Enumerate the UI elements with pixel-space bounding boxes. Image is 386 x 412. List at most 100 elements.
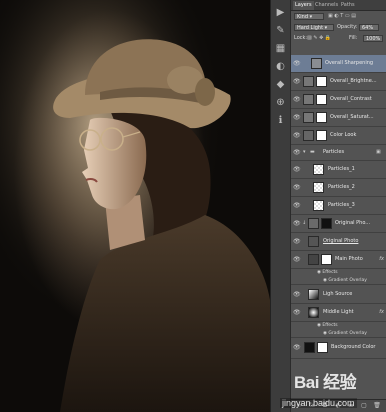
trash-icon[interactable]: 🗑 <box>373 402 381 410</box>
brush-preset-icon[interactable]: ✎ <box>274 24 287 37</box>
fill-label: Fill: <box>349 35 358 41</box>
history-icon[interactable]: ▶ <box>274 6 287 19</box>
layer-row[interactable]: 👁 Particles_3 <box>291 197 386 215</box>
layer-name: Color Look <box>330 132 357 138</box>
layer-thumbnail <box>308 307 319 318</box>
mask-icon <box>316 112 327 123</box>
layer-name: Particles_2 <box>328 184 355 190</box>
layer-row[interactable]: 👁 Particles_2 <box>291 179 386 197</box>
layer-name: Middle Light <box>323 309 354 315</box>
layer-thumbnail <box>311 58 322 69</box>
effect-item-text: Gradient Overlay <box>328 331 367 336</box>
layer-thumbnail <box>308 289 319 300</box>
adjustment-icon <box>303 76 314 87</box>
watermark-logo: Bai 经验 <box>294 373 357 392</box>
lock-label: Lock: <box>294 35 308 41</box>
color-lookup-icon <box>303 130 314 141</box>
eye-icon[interactable]: 👁 <box>293 344 301 351</box>
opacity-input[interactable]: 64% <box>359 24 379 31</box>
chevron-down-icon[interactable]: ▾ <box>303 149 306 156</box>
fx-icon[interactable]: fx <box>379 309 384 315</box>
mask-icon <box>316 76 327 87</box>
fill-swatch-icon <box>304 342 315 353</box>
tab-paths[interactable]: Paths <box>339 1 357 10</box>
layer-row[interactable]: 👁 Background Color <box>291 339 386 359</box>
eye-icon[interactable]: 👁 <box>293 184 301 191</box>
layer-name: Particles_3 <box>328 202 355 208</box>
layer-name: Overall_Saturat... <box>330 114 374 120</box>
layer-name: Background Color <box>331 344 376 350</box>
effects-text: Effects <box>322 323 338 328</box>
mask-icon <box>316 130 327 141</box>
layer-row[interactable]: 👁 Main Photo fx <box>291 251 386 269</box>
eye-icon[interactable]: 👁 <box>293 220 301 227</box>
layer-row[interactable]: 👁 Color Look <box>291 127 386 145</box>
layer-name: Original Photo <box>323 238 359 244</box>
mask-icon <box>316 94 327 105</box>
effects-label: ◉ Effects <box>317 270 338 275</box>
eye-icon[interactable]: 👁 <box>293 291 301 298</box>
blend-mode-select[interactable]: Hard Light ▾ <box>294 24 334 31</box>
layer-row[interactable]: 👁 ↓ Original Pho... <box>291 215 386 233</box>
fx-icon[interactable]: fx <box>379 256 384 262</box>
fill-input[interactable]: 100% <box>363 35 383 42</box>
layer-row[interactable]: 👁 Particles_1 <box>291 161 386 179</box>
info-icon[interactable]: ℹ <box>274 114 287 127</box>
navigator-icon[interactable]: ⊕ <box>274 96 287 109</box>
layer-row[interactable]: 👁 Middle Light fx <box>291 304 386 322</box>
eye-icon[interactable]: 👁 <box>293 132 301 139</box>
layer-row[interactable]: 👁 Overall_Saturat... <box>291 109 386 127</box>
filter-kind-select[interactable]: Kind ▾ <box>294 13 324 20</box>
styles-icon[interactable]: ◆ <box>274 78 287 91</box>
tab-layers[interactable]: Layers <box>293 1 314 10</box>
layer-thumbnail <box>308 236 319 247</box>
layer-row[interactable]: 👁 Overall_Brightne... <box>291 73 386 91</box>
layer-name: Ligh Source <box>323 291 353 297</box>
eye-icon[interactable]: 👁 <box>293 114 301 121</box>
mask-icon <box>321 254 332 265</box>
adjustment-icon <box>303 94 314 105</box>
eye-icon[interactable]: 👁 <box>293 166 301 173</box>
layer-group-row[interactable]: 👁 ▾ ▬ Particles ▣ <box>291 145 386 161</box>
layer-name: Particles <box>323 149 345 155</box>
eye-icon[interactable]: 👁 <box>293 60 301 67</box>
layer-row[interactable]: 👁 Ligh Source <box>291 286 386 304</box>
eye-icon[interactable]: 👁 <box>293 78 301 85</box>
effects-label: ◉ Effects <box>317 323 338 328</box>
blend-mode-value: Hard Light <box>297 25 324 31</box>
adjustments-icon[interactable]: ◐ <box>274 60 287 73</box>
eye-icon[interactable]: 👁 <box>293 256 301 263</box>
layer-name: Particles_1 <box>328 166 355 172</box>
swatches-icon[interactable]: ▦ <box>274 42 287 55</box>
new-layer-icon[interactable]: ▢ <box>360 402 368 410</box>
effects-text: Effects <box>322 270 338 275</box>
eye-icon[interactable]: 👁 <box>293 96 301 103</box>
tab-channels[interactable]: Channels <box>313 1 340 10</box>
layer-row[interactable]: 👁 Overall Sharpening <box>291 55 386 73</box>
panel-icon-strip: ▶ ✎ ▦ ◐ ◆ ⊕ ℹ <box>270 0 291 412</box>
effect-item[interactable]: ◉ Gradient Overlay <box>291 330 386 338</box>
layer-name: Overall_Contrast <box>330 96 372 102</box>
smart-object-icon: ▣ <box>376 149 381 155</box>
layer-name: Main Photo <box>335 256 363 262</box>
filter-icons[interactable]: ▣ ◐ T ▭ ▤ <box>328 13 356 20</box>
layer-name: Overall_Brightne... <box>330 78 377 84</box>
effect-item-text: Gradient Overlay <box>328 278 367 283</box>
effect-item[interactable]: ◉ Gradient Overlay <box>291 277 386 285</box>
layer-row[interactable]: 👁 Original Photo <box>291 233 386 251</box>
eye-icon[interactable]: 👁 <box>293 309 301 316</box>
filter-kind-value: Kind <box>297 14 309 20</box>
layer-thumbnail <box>308 254 319 265</box>
eye-icon[interactable]: 👁 <box>293 202 301 209</box>
eye-icon[interactable]: 👁 <box>293 149 301 156</box>
layer-thumbnail <box>313 182 324 193</box>
canvas-photo <box>0 0 270 412</box>
folder-icon: ▬ <box>310 149 315 155</box>
layer-thumbnail <box>313 200 324 211</box>
lock-icons[interactable]: ▨ ✎ ✥ 🔒 <box>307 35 331 42</box>
eye-icon[interactable]: 👁 <box>293 238 301 245</box>
mask-icon <box>321 218 332 229</box>
portrait-illustration <box>0 0 270 412</box>
layer-name: Overall Sharpening <box>325 60 374 66</box>
layer-row[interactable]: 👁 Overall_Contrast <box>291 91 386 109</box>
